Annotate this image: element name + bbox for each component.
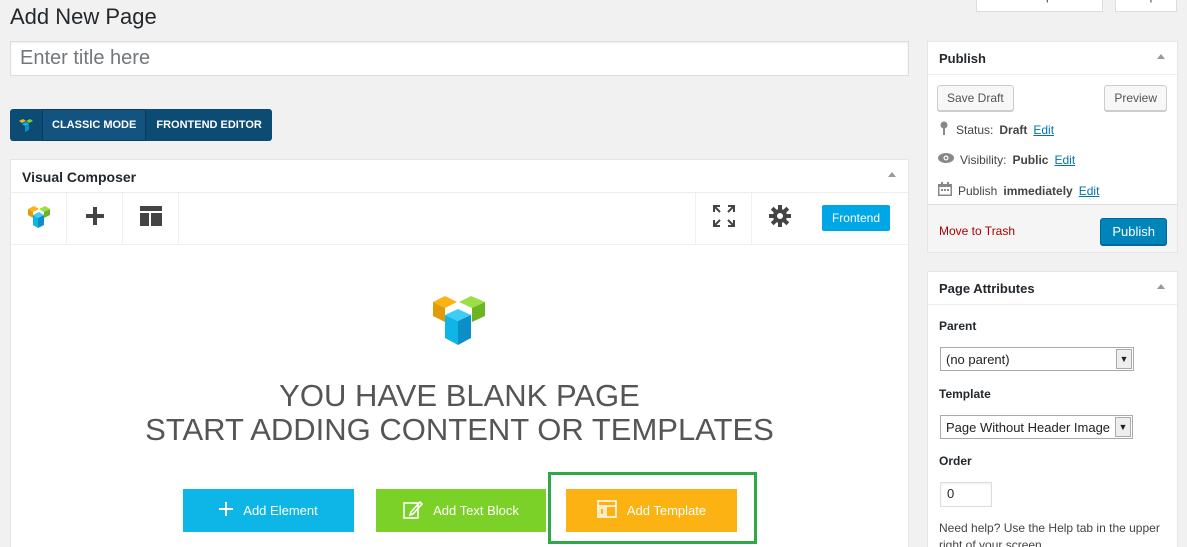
help-text: Need help? Use the Help tab in the upper… [939, 521, 1160, 547]
classic-mode-button[interactable]: CLASSIC MODE [42, 109, 147, 141]
status-row: Status: Draft Edit [938, 121, 1054, 138]
page-attributes-header[interactable]: Page Attributes [928, 272, 1177, 305]
collapse-arrow-icon[interactable] [1157, 284, 1165, 289]
eye-icon [938, 152, 954, 167]
status-label: Status: [956, 122, 994, 137]
move-to-trash-link[interactable]: Move to Trash [939, 224, 1015, 238]
page-attributes-title: Page Attributes [939, 281, 1035, 296]
collapse-arrow-icon[interactable] [888, 172, 896, 177]
screen-options-tab[interactable]: Screen Options [976, 0, 1103, 12]
settings-button[interactable] [751, 193, 807, 244]
gear-icon [768, 205, 791, 232]
vc-box-title: Visual Composer [22, 169, 137, 185]
schedule-label: Publish [958, 183, 998, 198]
blank-page-heading: YOU HAVE BLANK PAGE [279, 378, 640, 413]
visibility-row: Visibility: Public Edit [938, 152, 1075, 167]
publish-button[interactable]: Publish [1100, 218, 1167, 245]
frontend-button[interactable]: Frontend [821, 205, 890, 231]
publish-box-title: Publish [939, 51, 986, 66]
save-draft-button[interactable]: Save Draft [937, 85, 1014, 111]
page-title-input[interactable] [10, 41, 909, 76]
vc-toolbar: Frontend [11, 193, 908, 245]
edit-note-icon [403, 499, 424, 522]
frontend-editor-button[interactable]: FRONTEND EDITOR [146, 109, 272, 141]
edit-status-link[interactable]: Edit [1033, 123, 1054, 137]
chevron-down-icon: ▼ [1116, 349, 1132, 369]
page-title: Add New Page [10, 4, 157, 29]
vc-large-logo-icon [431, 290, 487, 355]
parent-select-value: (no parent) [946, 351, 1010, 367]
publish-actions: Move to Trash Publish [928, 204, 1177, 252]
vc-box-header[interactable]: Visual Composer [11, 160, 908, 193]
page-attributes-box: Page Attributes Parent (no parent) ▼ Tem… [927, 271, 1178, 547]
blank-page-subheading: START ADDING CONTENT OR TEMPLATES [145, 412, 774, 447]
plus-icon [219, 502, 234, 519]
parent-select[interactable]: (no parent) ▼ [940, 347, 1134, 371]
template-select[interactable]: Page Without Header Image ▼ [940, 415, 1133, 439]
status-value: Draft [999, 122, 1028, 137]
edit-visibility-link[interactable]: Edit [1054, 153, 1075, 167]
add-element-toolbar-button[interactable] [67, 193, 123, 244]
plus-icon [85, 207, 104, 230]
vc-logo-icon [27, 203, 51, 234]
collapse-arrow-icon[interactable] [1157, 54, 1165, 59]
add-element-button[interactable]: Add Element [183, 489, 354, 532]
templates-toolbar-button[interactable] [123, 193, 179, 244]
fullscreen-icon [712, 205, 735, 232]
parent-label: Parent [939, 319, 977, 333]
help-tab[interactable]: Help [1115, 0, 1177, 12]
template-select-value: Page Without Header Image [946, 419, 1111, 435]
template-label: Template [939, 387, 991, 401]
order-input[interactable]: 0 [940, 482, 992, 507]
chevron-down-icon: ▼ [1115, 417, 1131, 437]
schedule-value: immediately [1003, 183, 1073, 198]
preview-button[interactable]: Preview [1104, 85, 1167, 111]
add-text-block-button[interactable]: Add Text Block [376, 489, 546, 532]
vc-logo-button[interactable] [11, 193, 67, 244]
fullscreen-button[interactable] [695, 193, 751, 244]
visibility-label: Visibility: [960, 152, 1007, 167]
publish-box-header[interactable]: Publish [928, 42, 1177, 75]
edit-schedule-link[interactable]: Edit [1079, 184, 1100, 198]
pin-icon [938, 121, 950, 138]
visual-composer-box: Visual Composer Frontend YOU HAVE BLANK … [10, 159, 909, 547]
calendar-icon [938, 182, 952, 199]
add-text-block-label: Add Text Block [433, 503, 519, 518]
layout-template-icon [139, 206, 162, 231]
add-element-label: Add Element [243, 503, 318, 518]
editor-mode-switch: CLASSIC MODE FRONTEND EDITOR [10, 109, 272, 141]
highlight-annotation [548, 472, 757, 544]
publish-box: Publish Save Draft Preview Status: Draft… [927, 41, 1178, 253]
schedule-row: Publish immediately Edit [938, 182, 1099, 199]
order-label: Order [939, 454, 972, 468]
vc-logo-icon [10, 109, 42, 141]
visibility-value: Public [1012, 152, 1049, 167]
